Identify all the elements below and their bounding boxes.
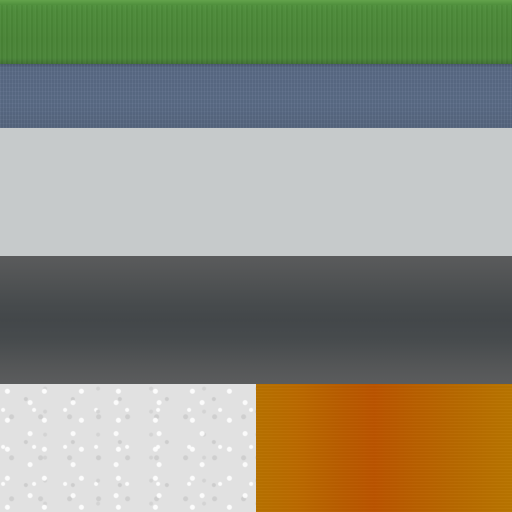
grass-texture-tile: [0, 0, 512, 64]
snow-texture-tile: [0, 384, 256, 512]
texture-atlas: [0, 0, 512, 512]
asphalt-texture-tile: [0, 256, 512, 384]
rust-texture-tile: [256, 384, 512, 512]
concrete-texture-tile: [0, 128, 512, 256]
water-texture-tile: [0, 64, 512, 128]
